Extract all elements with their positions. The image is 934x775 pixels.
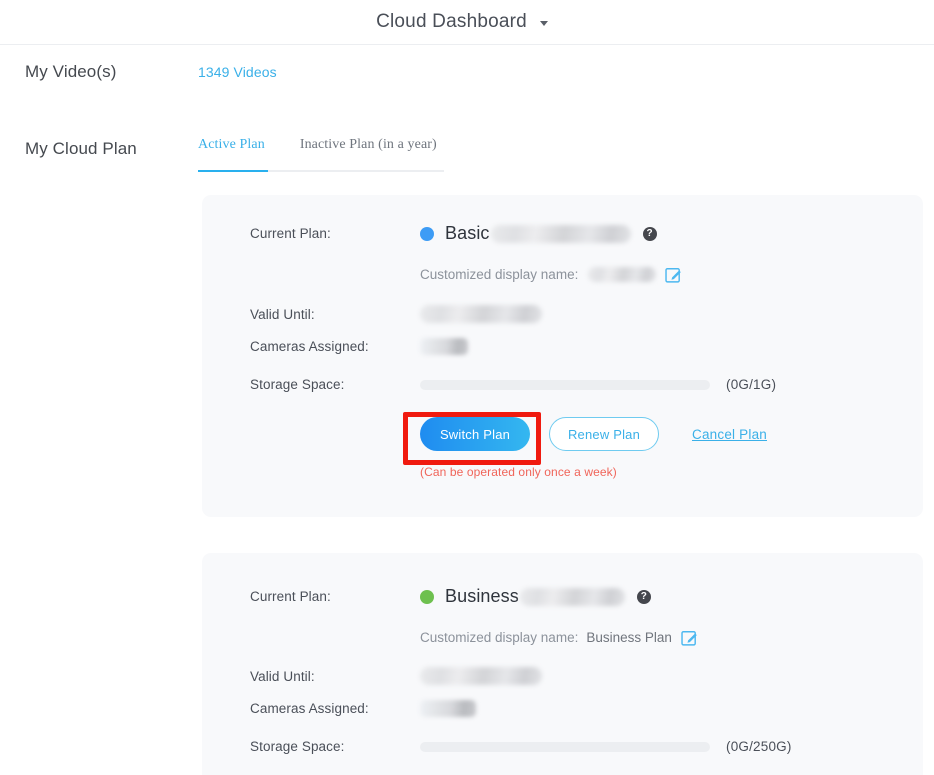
- current-plan-label: Current Plan:: [250, 226, 331, 241]
- cameras-assigned-label: Cameras Assigned:: [250, 701, 369, 716]
- valid-until-label: Valid Until:: [250, 306, 315, 322]
- plan-actions: Switch Plan Renew Plan Cancel Plan: [420, 417, 767, 451]
- customized-display-name-row: Customized display name:: [420, 266, 682, 283]
- videos-count-link[interactable]: 1349 Videos: [198, 64, 277, 80]
- customized-display-name-label: Customized display name:: [420, 267, 579, 282]
- storage-space-row: Storage Space: (0G/250G): [250, 739, 792, 754]
- valid-until-redacted: [420, 667, 542, 685]
- cameras-assigned-redacted: [420, 700, 476, 717]
- plan-card: Current Plan: Basic ? Customized display…: [202, 195, 923, 517]
- storage-progress-bar: [420, 379, 710, 390]
- chevron-down-icon[interactable]: [539, 21, 548, 26]
- section-label-my-videos: My Video(s): [25, 62, 117, 81]
- cameras-assigned-label: Cameras Assigned:: [250, 339, 369, 354]
- current-plan-label: Current Plan:: [250, 589, 331, 604]
- storage-usage-text: (0G/1G): [726, 377, 777, 392]
- customized-display-name-value: Business Plan: [586, 630, 672, 645]
- valid-until-row: Valid Until:: [250, 305, 542, 323]
- current-plan-row: Current Plan: Business ?: [250, 586, 651, 607]
- storage-space-row: Storage Space: (0G/1G): [250, 377, 776, 392]
- cameras-assigned-value: [420, 338, 468, 355]
- storage-usage-text: (0G/250G): [726, 739, 792, 754]
- edit-pencil-icon[interactable]: [681, 629, 698, 646]
- customized-display-name-redacted: [588, 267, 657, 282]
- tab-underline-track: [198, 170, 444, 172]
- edit-pencil-icon[interactable]: [665, 266, 682, 283]
- customized-display-name-label: Customized display name:: [420, 630, 579, 645]
- storage-progress-bar: [420, 741, 710, 752]
- plan-tabs: Active Plan Inactive Plan (in a year): [198, 137, 444, 162]
- app-header: Cloud Dashboard: [0, 0, 934, 45]
- plan-name-redacted: [490, 224, 631, 243]
- switch-plan-button[interactable]: Switch Plan: [420, 417, 530, 451]
- plan-status-dot: [420, 589, 434, 604]
- tab-active-indicator: [198, 170, 268, 172]
- storage-space-value: (0G/250G): [420, 739, 792, 754]
- cameras-assigned-row: Cameras Assigned:: [250, 700, 476, 717]
- help-circle-icon[interactable]: ?: [636, 589, 651, 604]
- tab-inactive-plan[interactable]: Inactive Plan (in a year): [300, 137, 437, 162]
- current-plan-value: Business ?: [420, 586, 651, 607]
- cameras-assigned-redacted: [420, 338, 468, 355]
- storage-space-label: Storage Space:: [250, 739, 345, 754]
- plan-card: Current Plan: Business ? Customized disp…: [202, 553, 923, 775]
- customized-display-name-row: Customized display name: Business Plan: [420, 629, 698, 646]
- help-circle-icon[interactable]: ?: [642, 226, 657, 241]
- cameras-assigned-row: Cameras Assigned:: [250, 338, 468, 355]
- renew-plan-button[interactable]: Renew Plan: [549, 417, 659, 451]
- valid-until-row: Valid Until:: [250, 667, 542, 685]
- current-plan-value: Basic ?: [420, 223, 657, 244]
- page-title: Cloud Dashboard: [376, 11, 527, 32]
- switch-plan-note: (Can be operated only once a week): [420, 465, 617, 479]
- valid-until-value: [420, 667, 542, 685]
- dashboard-title-dropdown[interactable]: Cloud Dashboard: [376, 11, 548, 33]
- current-plan-row: Current Plan: Basic ?: [250, 223, 657, 244]
- plan-name: Basic: [445, 223, 490, 243]
- storage-space-value: (0G/1G): [420, 377, 776, 392]
- plan-name-redacted: [519, 587, 625, 606]
- valid-until-label: Valid Until:: [250, 668, 315, 684]
- plan-status-dot: [420, 226, 434, 241]
- storage-space-label: Storage Space:: [250, 377, 345, 392]
- cancel-plan-link[interactable]: Cancel Plan: [692, 427, 767, 442]
- valid-until-value: [420, 305, 542, 323]
- tab-active-plan[interactable]: Active Plan: [198, 137, 265, 162]
- cameras-assigned-value: [420, 700, 476, 717]
- section-label-my-cloud-plan: My Cloud Plan: [25, 139, 137, 158]
- plan-name: Business: [445, 586, 519, 606]
- valid-until-redacted: [420, 305, 542, 323]
